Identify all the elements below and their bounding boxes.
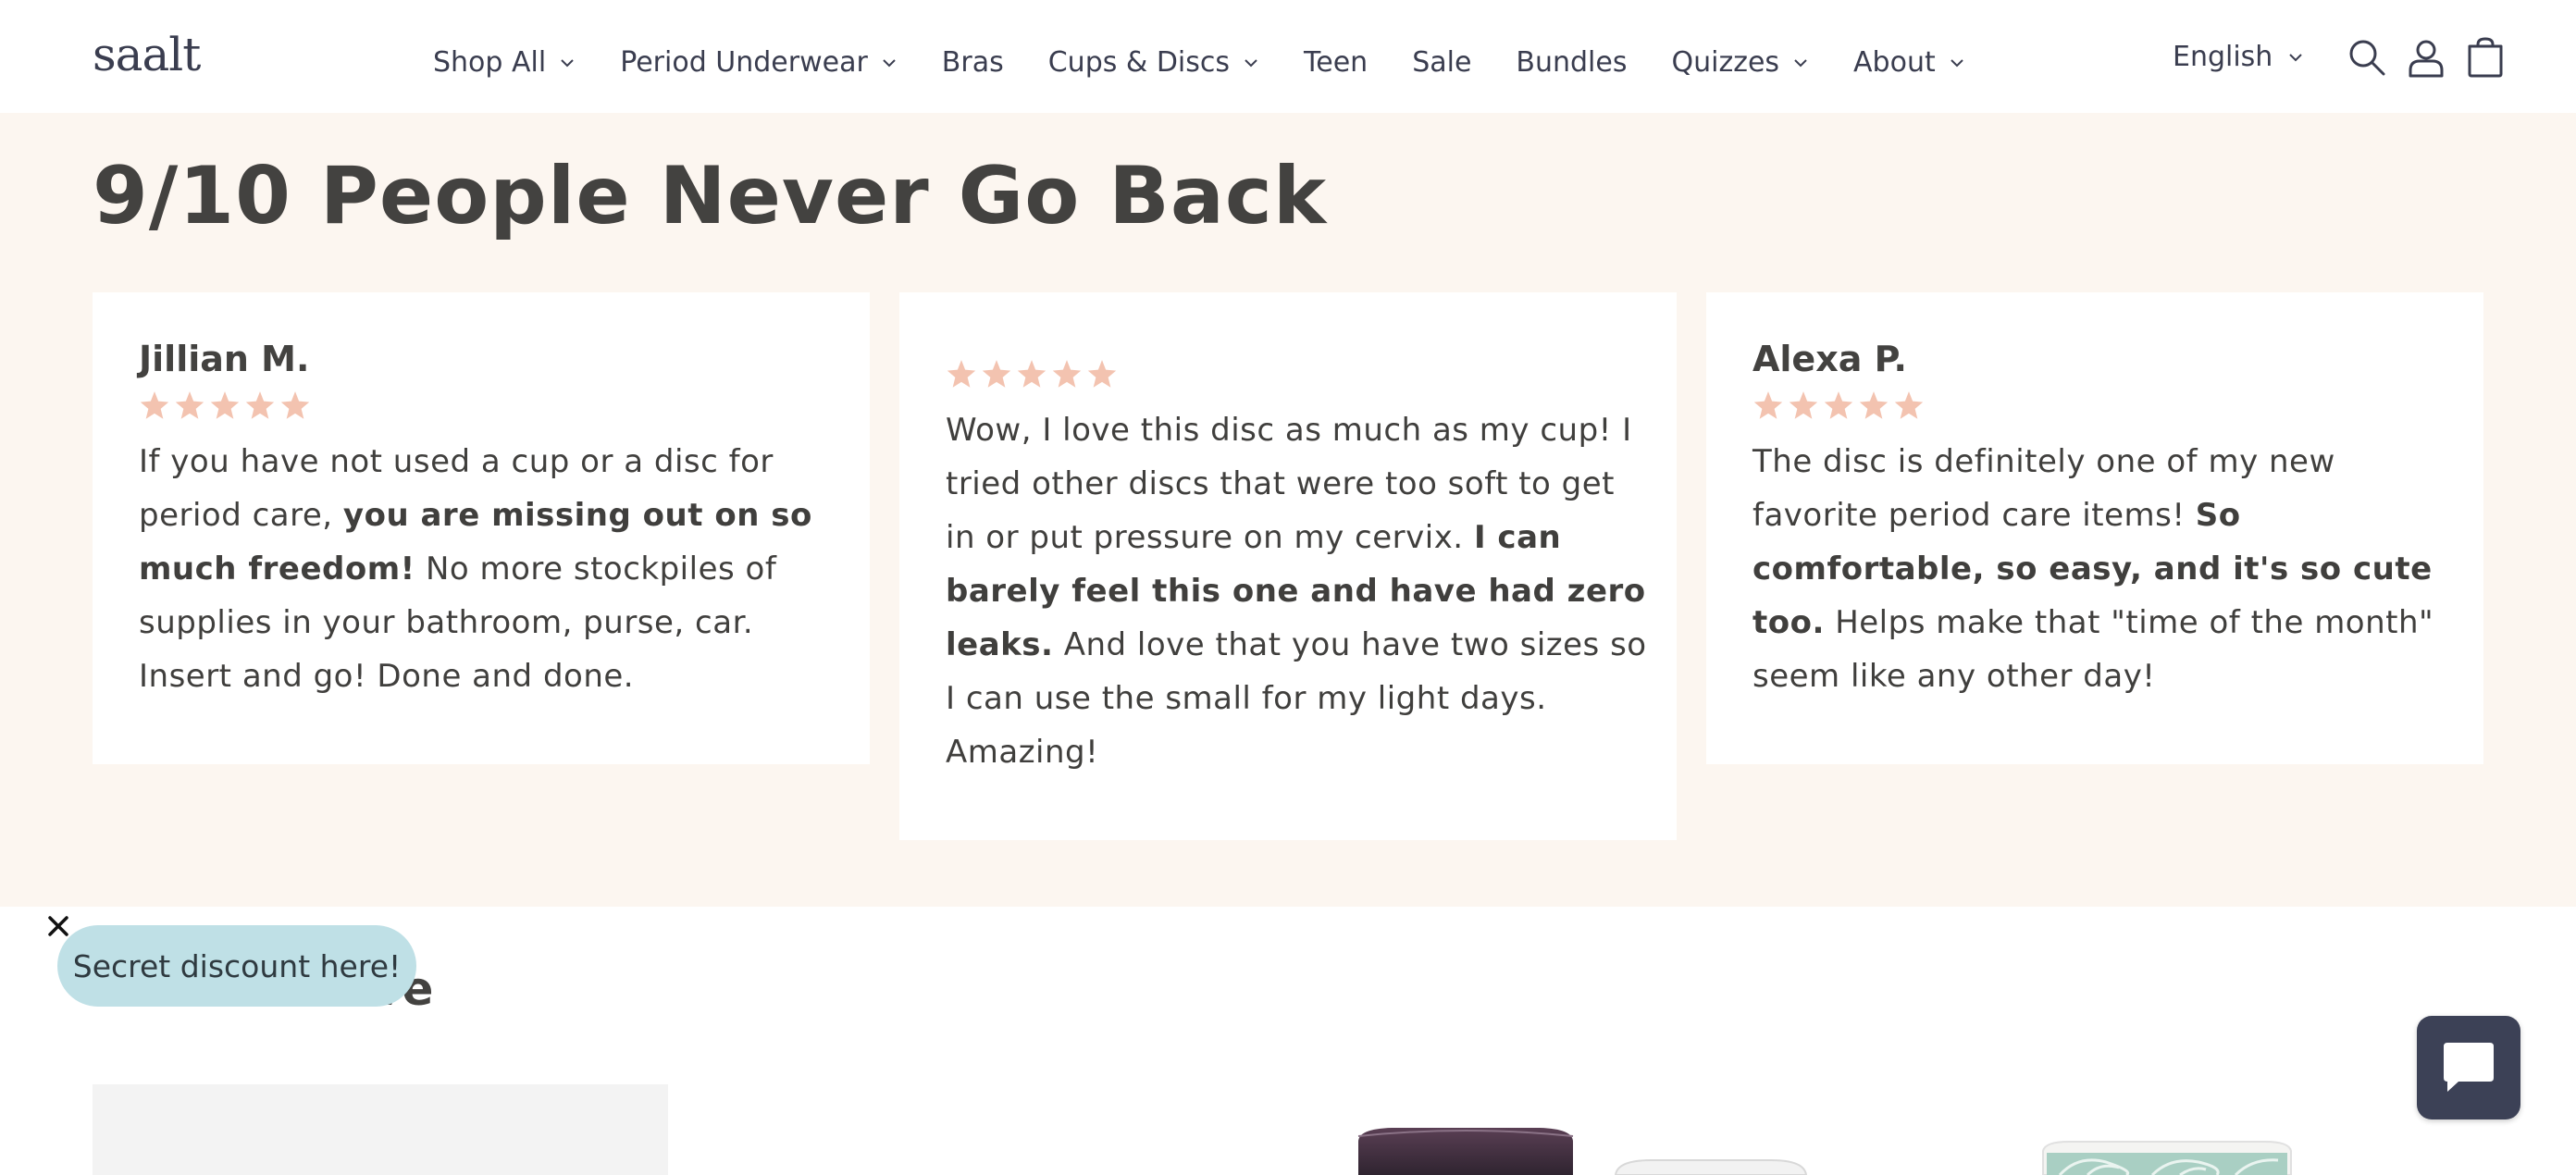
review-text: Wow, I love this disc as much as my cup!… (946, 403, 1649, 779)
nav-teen[interactable]: Teen (1304, 46, 1368, 79)
star-icon (1087, 360, 1117, 388)
product-card-placeholder[interactable] (93, 1084, 668, 1175)
language-selector[interactable]: English (2173, 41, 2304, 73)
site-header: saalt Shop All Period Underwear Bras Cup… (0, 0, 2576, 113)
product-image[interactable] (1614, 1158, 1808, 1175)
review-text-part: Helps make that "time of the month" seem… (1752, 604, 2434, 695)
secret-discount-button[interactable]: Secret discount here! (57, 925, 416, 1007)
cart-icon[interactable] (2465, 37, 2506, 78)
chevron-down-icon (561, 58, 574, 67)
review-card: Wow, I love this disc as much as my cup!… (899, 292, 1677, 840)
reviews-section: 9/10 People Never Go Back Jillian M. If … (0, 113, 2576, 907)
star-rating (944, 357, 1120, 392)
chevron-down-icon (1794, 58, 1807, 67)
nav-about[interactable]: About (1853, 46, 1965, 79)
nav-period-underwear-label: Period Underwear (620, 46, 868, 79)
nav-shop-all-label: Shop All (433, 46, 547, 79)
nav-cups-discs[interactable]: Cups & Discs (1048, 46, 1259, 79)
star-icon (1052, 360, 1082, 388)
nav-cups-discs-label: Cups & Discs (1047, 46, 1231, 79)
chevron-down-icon (2289, 53, 2303, 61)
star-icon (947, 360, 976, 388)
chevron-down-icon (1245, 58, 1257, 67)
reviewer-name: Jillian M. (139, 339, 310, 379)
star-icon (1017, 360, 1046, 388)
nav-bras-label: Bras (941, 46, 1004, 79)
star-icon (1753, 391, 1783, 419)
star-icon (210, 391, 240, 419)
star-icon (245, 391, 275, 419)
nav-sale[interactable]: Sale (1412, 46, 1471, 79)
chevron-down-icon (1951, 58, 1963, 67)
language-label: English (2173, 41, 2273, 73)
star-icon (1789, 391, 1818, 419)
star-icon (1824, 391, 1853, 419)
review-card: Alexa P. The disc is definitely one of m… (1706, 292, 2483, 764)
main-nav: Shop All Period Underwear Bras Cups & Di… (433, 46, 2010, 79)
nav-bundles-label: Bundles (1516, 46, 1628, 79)
search-icon[interactable] (2347, 37, 2387, 78)
review-text: If you have not used a cup or a disc for… (139, 435, 842, 703)
secret-discount-label: Secret discount here! (72, 947, 402, 984)
chat-button[interactable] (2417, 1016, 2520, 1119)
star-icon (982, 360, 1011, 388)
saalt-logo[interactable]: saalt (93, 28, 201, 81)
star-icon (1894, 391, 1924, 419)
nav-bras[interactable]: Bras (942, 46, 1004, 79)
product-image[interactable] (1355, 1123, 1577, 1175)
nav-about-label: About (1853, 46, 1936, 79)
nav-bundles[interactable]: Bundles (1516, 46, 1627, 79)
review-card: Jillian M. If you have not used a cup or… (93, 292, 870, 764)
nav-quizzes-label: Quizzes (1671, 46, 1780, 79)
reviewer-name: Alexa P. (1752, 339, 1907, 379)
close-icon[interactable] (44, 912, 72, 940)
star-rating (1751, 389, 1926, 424)
nav-quizzes[interactable]: Quizzes (1671, 46, 1809, 79)
chat-icon (2444, 1043, 2494, 1092)
product-image[interactable] (2041, 1140, 2293, 1175)
nav-teen-label: Teen (1304, 46, 1368, 79)
star-icon (175, 391, 204, 419)
chevron-down-icon (883, 58, 896, 67)
star-rating (137, 389, 313, 424)
star-icon (140, 391, 169, 419)
nav-sale-label: Sale (1412, 46, 1472, 79)
star-icon (280, 391, 310, 419)
reviews-title: 9/10 People Never Go Back (93, 150, 1328, 242)
account-icon[interactable] (2406, 37, 2446, 78)
nav-period-underwear[interactable]: Period Underwear (620, 46, 898, 79)
nav-shop-all[interactable]: Shop All (433, 46, 576, 79)
review-text-part: The disc is definitely one of my new fav… (1752, 443, 2335, 534)
star-icon (1859, 391, 1889, 419)
review-text: The disc is definitely one of my new fav… (1752, 435, 2456, 703)
